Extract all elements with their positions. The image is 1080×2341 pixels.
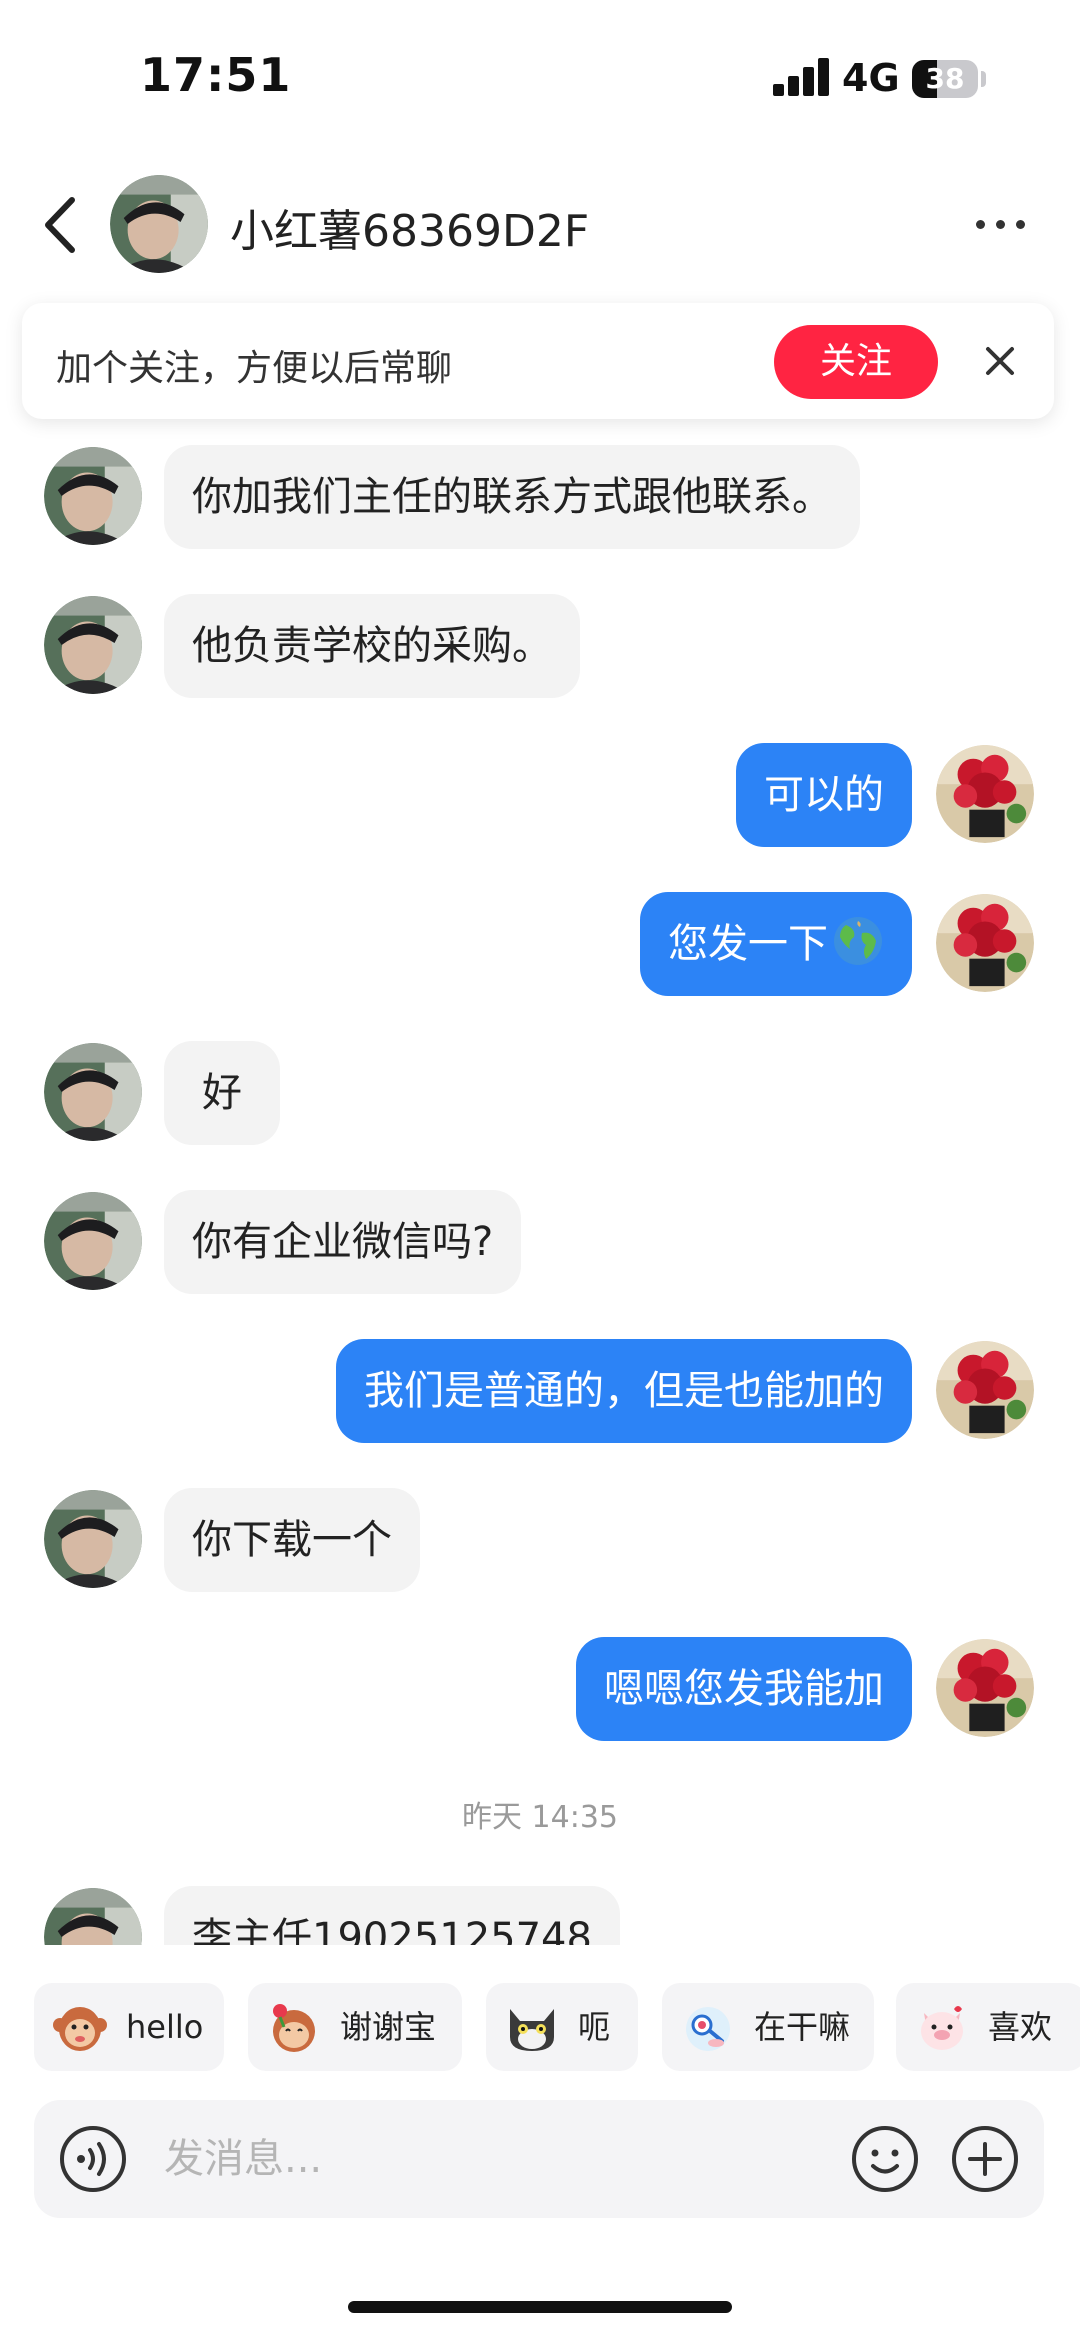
message-bubble[interactable]: 你有企业微信吗? bbox=[164, 1190, 522, 1294]
message-list[interactable]: 你加我们主任的联系方式跟他联系。 他负责学校的采购。 可以的 您发一下 好 你有… bbox=[0, 425, 1080, 1945]
sender-avatar[interactable] bbox=[44, 1888, 142, 1945]
battery-icon: 38 bbox=[912, 60, 978, 98]
dot bbox=[1016, 220, 1025, 229]
sender-avatar[interactable] bbox=[44, 447, 142, 545]
person-avatar-icon bbox=[110, 175, 208, 273]
message-bubble[interactable]: 可以的 bbox=[736, 743, 912, 847]
sender-avatar[interactable] bbox=[44, 596, 142, 694]
smiley-icon bbox=[852, 2126, 918, 2192]
sender-avatar[interactable] bbox=[44, 1043, 142, 1141]
follow-prompt-text: 加个关注，方便以后常聊 bbox=[56, 348, 453, 389]
sender-avatar[interactable] bbox=[44, 1490, 142, 1588]
quick-reply-bar: hello 谢谢宝 呃 在干嘛 喜欢 bbox=[0, 1983, 1080, 2075]
message-bubble[interactable]: 您发一下 bbox=[640, 892, 912, 996]
quick-reply-label: 呃 bbox=[578, 2008, 611, 2046]
follow-banner: 加个关注，方便以后常聊 关注 bbox=[22, 303, 1054, 419]
quick-reply-label: 在干嘛 bbox=[754, 2008, 851, 2046]
network-label: 4G bbox=[842, 56, 900, 100]
flower-avatar-icon bbox=[936, 1341, 1034, 1439]
sender-avatar[interactable] bbox=[44, 1192, 142, 1290]
person-avatar-icon bbox=[44, 1043, 142, 1141]
more-actions-button[interactable] bbox=[950, 2124, 1020, 2194]
voice-button[interactable] bbox=[58, 2124, 128, 2194]
emoji-button[interactable] bbox=[850, 2124, 920, 2194]
my-avatar[interactable] bbox=[936, 1639, 1034, 1737]
quick-reply-chip[interactable]: 呃 bbox=[486, 1983, 638, 2071]
back-button[interactable] bbox=[36, 190, 90, 260]
flower-avatar-icon bbox=[936, 1639, 1034, 1737]
message-bubble[interactable]: 你下载一个 bbox=[164, 1488, 420, 1592]
battery-level: 38 bbox=[925, 62, 965, 95]
quick-reply-label: hello bbox=[126, 2008, 204, 2046]
battery-tip bbox=[981, 71, 986, 87]
message-bubble[interactable]: 我们是普通的，但是也能加的 bbox=[336, 1339, 912, 1443]
home-indicator[interactable] bbox=[348, 2301, 732, 2313]
message-bubble[interactable]: 嗯嗯您发我能加 bbox=[576, 1637, 912, 1741]
signal-icon bbox=[773, 58, 831, 96]
follow-button[interactable]: 关注 bbox=[774, 325, 938, 399]
chat-header: 小红薯68369D2F bbox=[0, 160, 1080, 290]
message-text: 您发一下 bbox=[668, 921, 828, 967]
message-input-bar bbox=[34, 2100, 1044, 2218]
plus-icon bbox=[952, 2126, 1018, 2192]
my-avatar[interactable] bbox=[936, 1341, 1034, 1439]
message-timestamp: 昨天 14:35 bbox=[462, 1800, 618, 1835]
quick-reply-label: 喜欢 bbox=[988, 2008, 1053, 2046]
peeking-sticker-icon bbox=[686, 2007, 730, 2051]
close-icon bbox=[986, 347, 1014, 375]
quick-reply-label: 谢谢宝 bbox=[340, 2008, 437, 2046]
my-avatar[interactable] bbox=[936, 745, 1034, 843]
dot bbox=[996, 220, 1005, 229]
chat-screen: 17:51 4G 38 小红薯68369D2F 加个关注，方便以后常聊 关注 你… bbox=[0, 0, 1080, 2341]
more-options-button[interactable] bbox=[970, 200, 1030, 250]
person-avatar-icon bbox=[44, 447, 142, 545]
quick-reply-chip[interactable]: 喜欢 bbox=[896, 1983, 1080, 2071]
message-input[interactable] bbox=[164, 2124, 844, 2194]
globe-emoji-icon bbox=[834, 917, 882, 965]
status-bar: 17:51 4G 38 bbox=[0, 0, 1080, 150]
flower-avatar-icon bbox=[936, 894, 1034, 992]
voice-icon bbox=[60, 2126, 126, 2192]
message-bubble[interactable]: 好 bbox=[164, 1041, 280, 1145]
close-banner-button[interactable] bbox=[978, 339, 1022, 383]
message-bubble[interactable]: 你加我们主任的联系方式跟他联系。 bbox=[164, 445, 860, 549]
message-bubble[interactable]: 他负责学校的采购。 bbox=[164, 594, 580, 698]
monkey-sticker-icon bbox=[53, 2007, 107, 2051]
person-avatar-icon bbox=[44, 596, 142, 694]
cat-sticker-icon bbox=[510, 2009, 554, 2051]
person-avatar-icon bbox=[44, 1192, 142, 1290]
pig-sticker-icon bbox=[921, 2006, 963, 2050]
dot bbox=[976, 220, 985, 229]
contact-avatar[interactable] bbox=[110, 175, 208, 273]
monkey-rose-sticker-icon bbox=[273, 2004, 315, 2052]
status-time: 17:51 bbox=[140, 48, 292, 102]
message-bubble[interactable]: 李主任19025125748 bbox=[164, 1886, 620, 1945]
contact-name: 小红薯68369D2F bbox=[230, 206, 590, 257]
quick-reply-chip[interactable]: 在干嘛 bbox=[662, 1983, 874, 2071]
quick-reply-chip[interactable]: 谢谢宝 bbox=[248, 1983, 462, 2071]
flower-avatar-icon bbox=[936, 745, 1034, 843]
person-avatar-icon bbox=[44, 1490, 142, 1588]
my-avatar[interactable] bbox=[936, 894, 1034, 992]
person-avatar-icon bbox=[44, 1888, 142, 1945]
chevron-left-icon bbox=[45, 197, 75, 253]
quick-reply-chip[interactable]: hello bbox=[34, 1983, 224, 2071]
